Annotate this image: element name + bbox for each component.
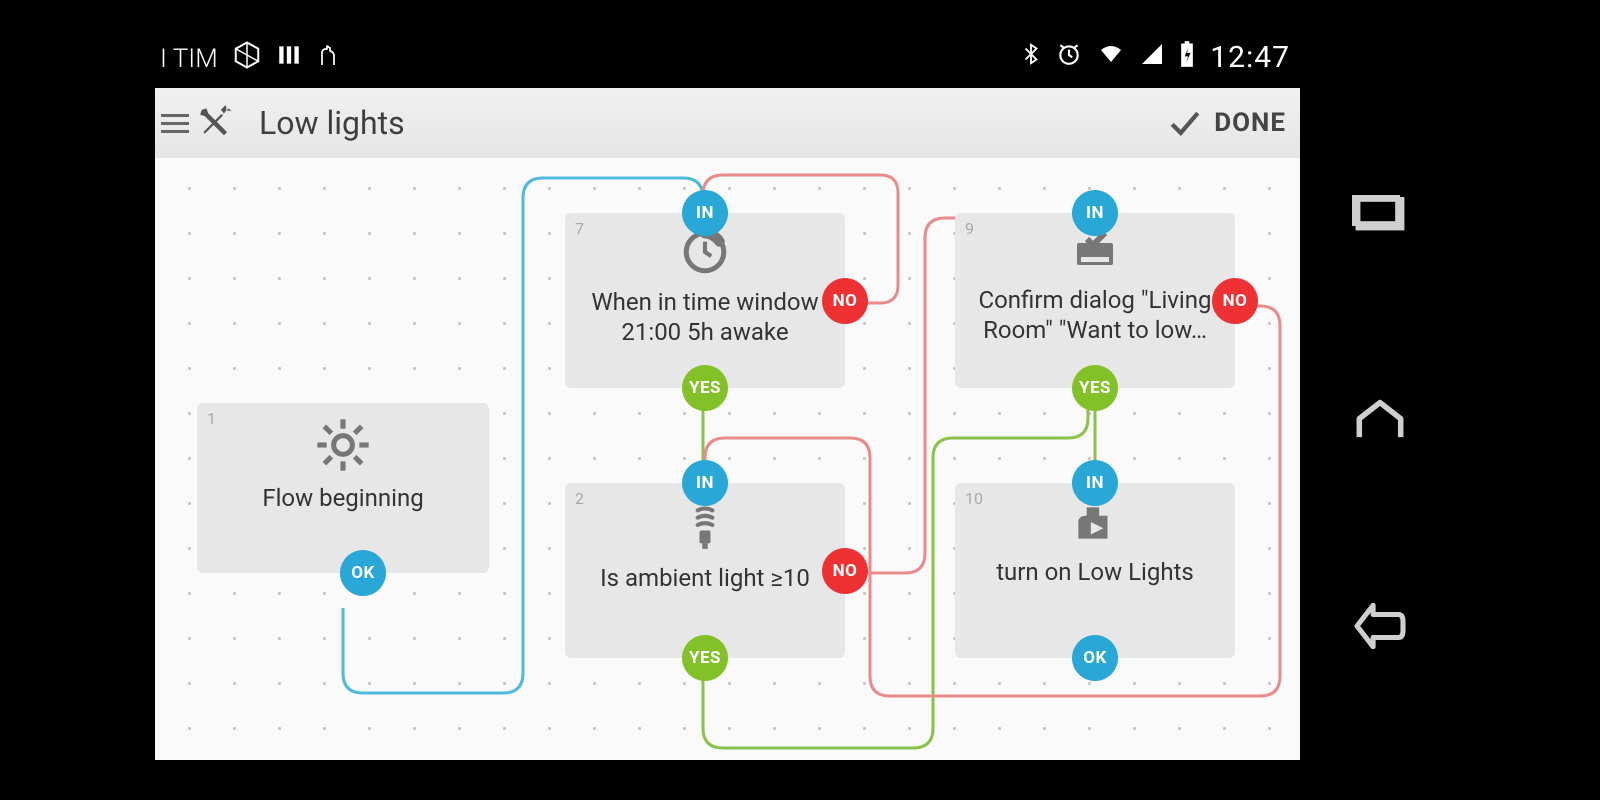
done-label: DONE	[1214, 108, 1286, 138]
notification-bars-icon	[276, 42, 302, 75]
carrier-label: I TIM	[160, 44, 218, 74]
battery-charging-icon	[1178, 40, 1196, 75]
node-number: 7	[575, 219, 584, 238]
flow-node-1[interactable]: 1 Flow beginning OK	[197, 403, 489, 573]
system-nav-bar	[1325, 88, 1435, 760]
action-bar: Low lights DONE	[155, 88, 1300, 159]
tools-icon[interactable]	[197, 102, 235, 144]
notification-cube-icon	[232, 40, 262, 77]
port-yes[interactable]: YES	[1072, 365, 1118, 411]
hamburger-icon[interactable]	[161, 114, 189, 133]
flow-node-2[interactable]: 2 Is ambient light ≥10 IN NO YES	[565, 483, 845, 658]
node-label: When in time window 21:00 5h awake	[565, 287, 845, 361]
device-landscape: I TIM	[155, 40, 1445, 760]
gear-icon	[197, 417, 489, 477]
port-yes[interactable]: YES	[682, 635, 728, 681]
port-in[interactable]: IN	[1072, 190, 1118, 236]
port-in[interactable]: IN	[682, 460, 728, 506]
page-title: Low lights	[259, 104, 405, 142]
status-bar: I TIM	[155, 40, 1300, 80]
port-in[interactable]: IN	[682, 190, 728, 236]
bluetooth-icon	[1020, 41, 1042, 74]
node-label: turn on Low Lights	[955, 557, 1235, 601]
node-number: 9	[965, 219, 974, 238]
node-number: 1	[207, 409, 216, 428]
notification-llama-icon	[316, 41, 340, 76]
cell-signal-icon	[1140, 42, 1164, 73]
checkmark-icon	[1168, 106, 1202, 140]
port-ok[interactable]: OK	[340, 550, 386, 596]
node-number: 10	[965, 489, 983, 508]
home-button[interactable]	[1350, 398, 1410, 448]
flow-node-9[interactable]: 9 Confirm dialog "Living Room" "Want to …	[955, 213, 1235, 388]
recent-apps-button[interactable]	[1352, 195, 1408, 243]
flow-canvas[interactable]: 1 Flow beginning OK 7 When in time windo…	[155, 158, 1300, 760]
back-button[interactable]	[1350, 603, 1410, 653]
alarm-icon	[1056, 41, 1082, 74]
flow-node-7[interactable]: 7 When in time window 21:00 5h awake IN …	[565, 213, 845, 388]
node-number: 2	[575, 489, 584, 508]
node-label: Confirm dialog "Living Room" "Want to lo…	[955, 285, 1235, 359]
port-yes[interactable]: YES	[682, 365, 728, 411]
port-no[interactable]: NO	[822, 278, 868, 324]
flow-node-10[interactable]: 10 turn on Low Lights IN OK	[955, 483, 1235, 658]
app-screen: Low lights DONE	[155, 88, 1300, 760]
port-in[interactable]: IN	[1072, 460, 1118, 506]
clock-label: 12:47	[1210, 40, 1290, 75]
done-button[interactable]: DONE	[1168, 106, 1286, 140]
port-ok[interactable]: OK	[1072, 635, 1118, 681]
node-label: Is ambient light ≥10	[565, 563, 845, 607]
wifi-icon	[1096, 42, 1126, 73]
lightbulb-cfl-icon	[565, 497, 845, 557]
node-label: Flow beginning	[197, 483, 489, 527]
port-no[interactable]: NO	[1212, 278, 1258, 324]
port-no[interactable]: NO	[822, 548, 868, 594]
